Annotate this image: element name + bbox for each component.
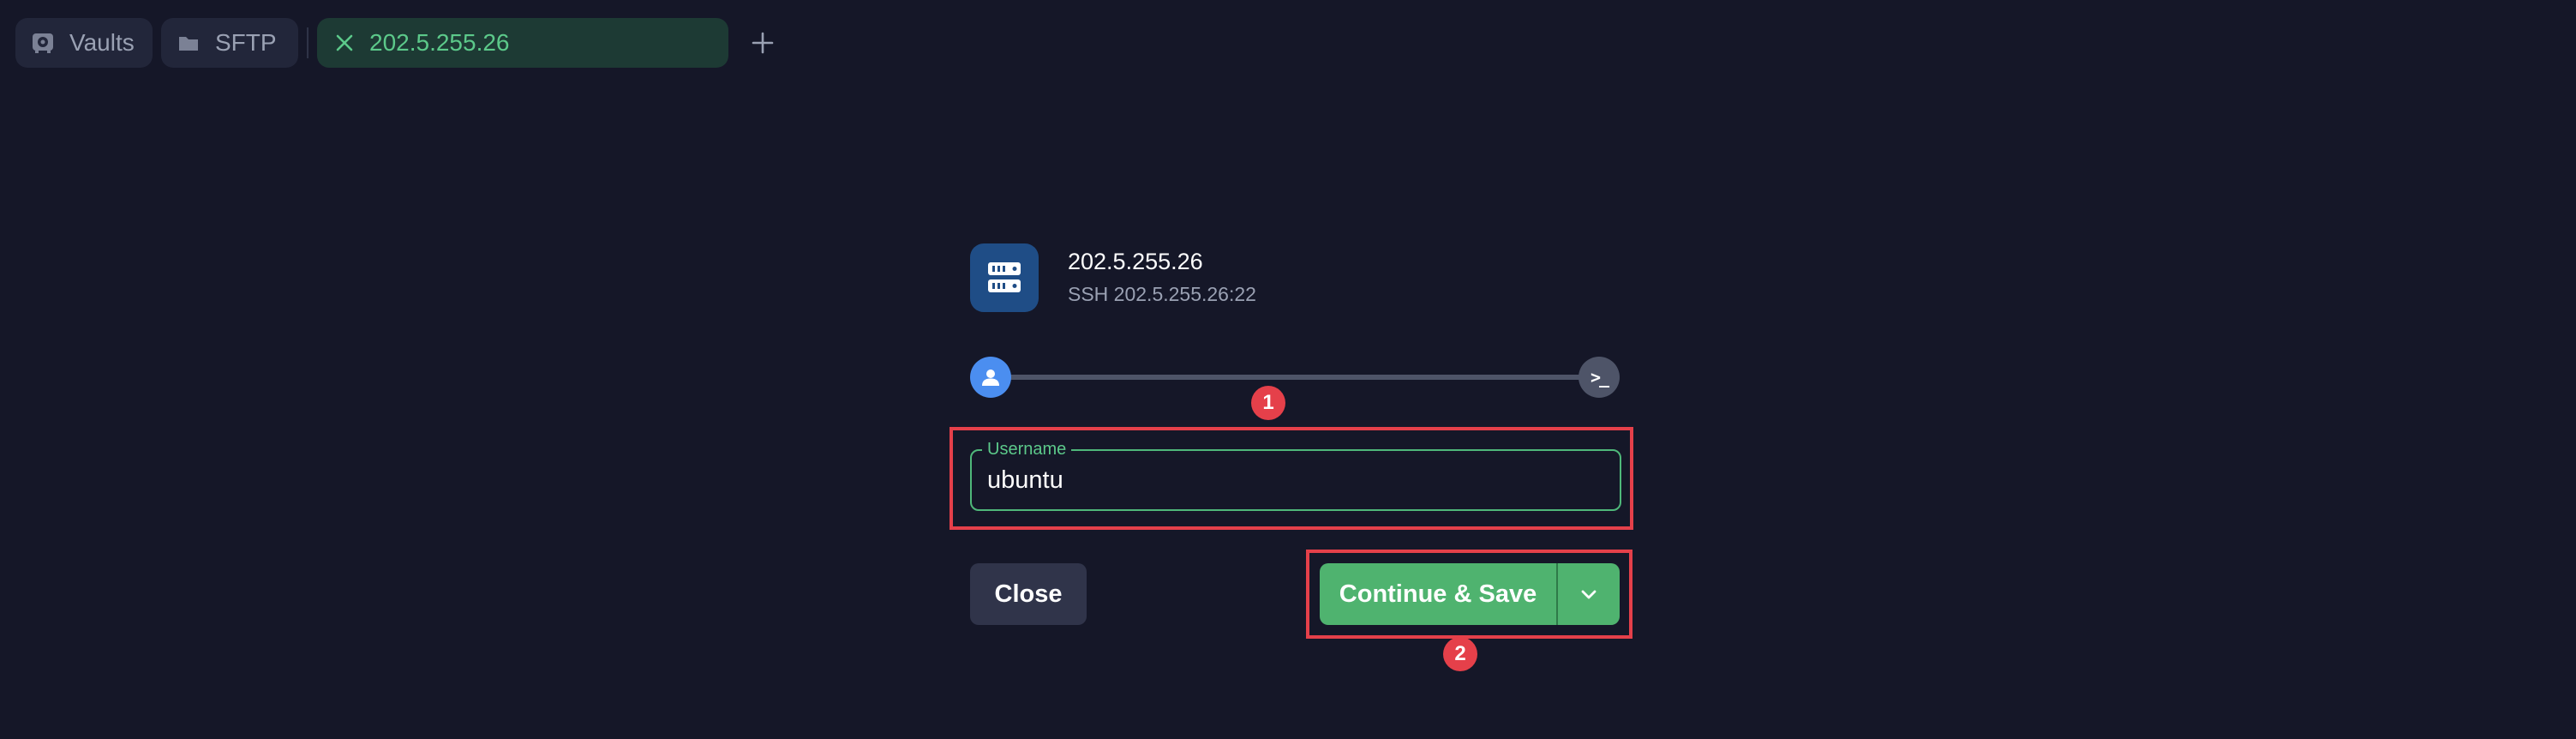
tab-active-label: 202.5.255.26 xyxy=(369,29,510,56)
user-icon xyxy=(970,357,1011,398)
tab-divider xyxy=(307,27,309,58)
tab-active-host[interactable]: 202.5.255.26 xyxy=(317,18,728,68)
progress-track xyxy=(1008,375,1596,380)
tab-bar: Vaults SFTP 202.5.255.26 xyxy=(0,0,2576,86)
highlight-box-username xyxy=(950,427,1633,530)
marker-badge-2: 2 xyxy=(1443,637,1477,671)
plus-icon[interactable] xyxy=(746,26,780,60)
tab-vaults-label: Vaults xyxy=(69,29,135,56)
host-connection-info: SSH 202.5.255.26:22 xyxy=(1068,283,1256,305)
folder-icon xyxy=(176,30,201,56)
close-button[interactable]: Close xyxy=(970,563,1087,625)
tab-sftp[interactable]: SFTP xyxy=(161,18,298,68)
tab-vaults[interactable]: Vaults xyxy=(15,18,153,68)
tab-sftp-label: SFTP xyxy=(215,29,277,56)
vault-icon xyxy=(30,30,56,56)
server-icon xyxy=(970,243,1039,312)
marker-badge-1: 1 xyxy=(1251,386,1285,420)
close-icon[interactable] xyxy=(332,30,357,56)
host-name: 202.5.255.26 xyxy=(1068,249,1203,274)
highlight-box-continue xyxy=(1306,550,1632,639)
terminal-icon: >_ xyxy=(1579,357,1620,398)
